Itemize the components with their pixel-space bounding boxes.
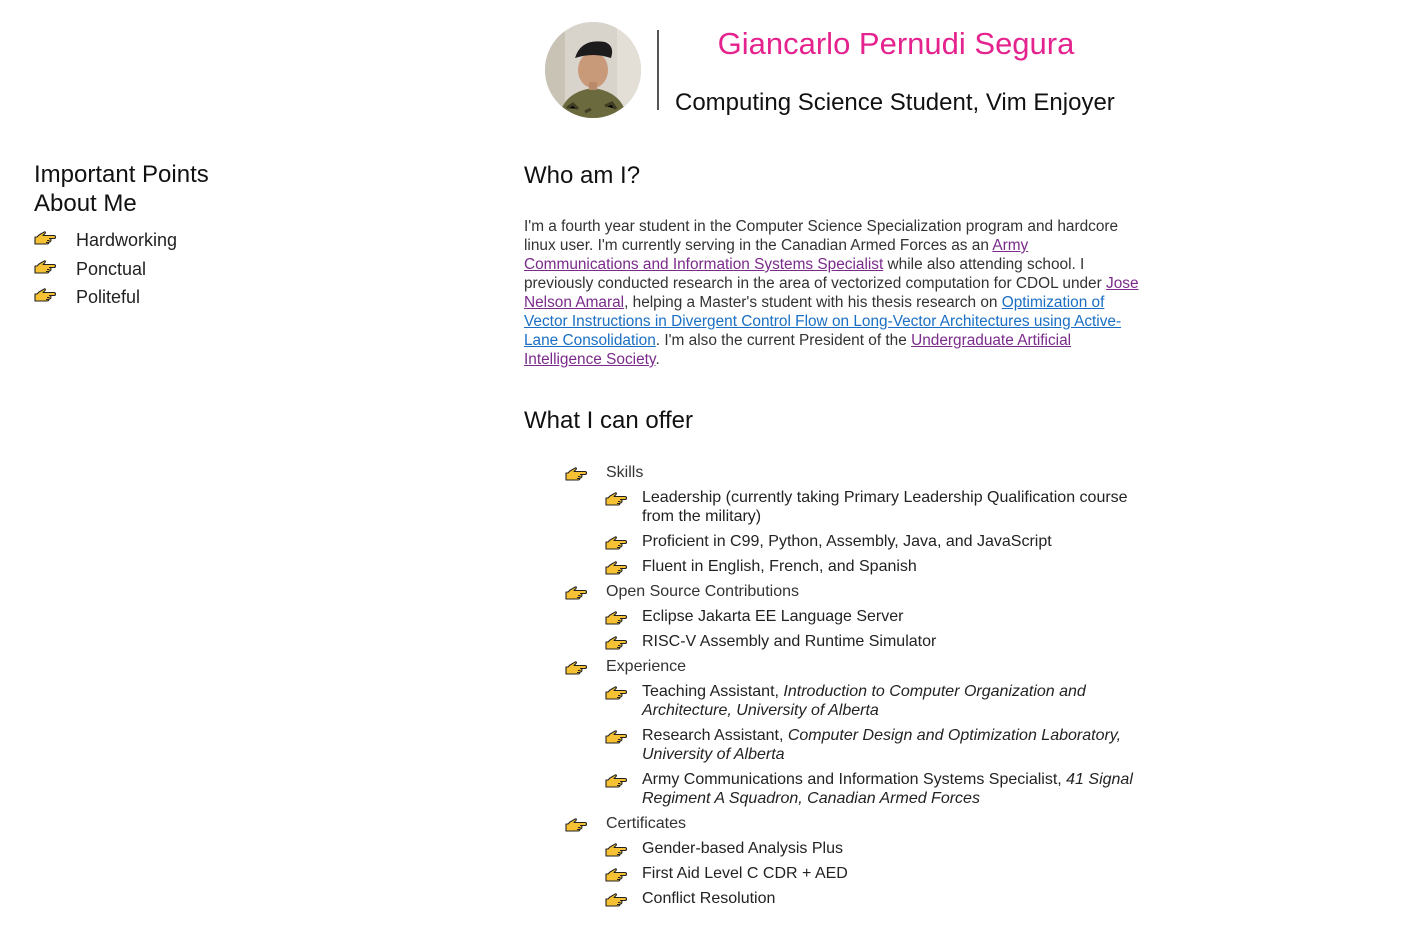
pointing-hand-icon: [605, 636, 627, 650]
sidebar-title: Important Points About Me: [34, 160, 294, 218]
pointing-hand-icon: [605, 730, 627, 744]
offer-open-source: Open Source Contributions Eclipse Jakart…: [565, 582, 1142, 651]
experience-list: Teaching Assistant, Introduction to Comp…: [605, 682, 1142, 808]
pointing-hand-icon: [565, 661, 587, 675]
avatar: [545, 22, 641, 118]
certificates-list: Gender-based Analysis Plus First Aid Lev…: [605, 839, 1142, 908]
list-item: Leadership (currently taking Primary Lea…: [605, 488, 1142, 526]
pointing-hand-icon: [565, 818, 587, 832]
list-item: Army Communications and Information Syst…: [605, 770, 1142, 808]
page-title: Giancarlo Pernudi Segura: [717, 26, 1075, 61]
pointing-hand-icon: [605, 686, 627, 700]
pointing-hand-icon: [34, 231, 56, 245]
open-source-list: Eclipse Jakarta EE Language Server RISC-…: [605, 607, 1142, 651]
important-points-list: Hardworking Ponctual Politeful: [34, 226, 294, 312]
pointing-hand-icon: [605, 774, 627, 788]
list-item: Conflict Resolution: [605, 889, 1142, 908]
pointing-hand-icon: [605, 611, 627, 625]
page-subtitle: Computing Science Student, Vim Enjoyer: [675, 89, 1115, 116]
offer-skills: Skills Leadership (currently taking Prim…: [565, 463, 1142, 576]
list-item: Teaching Assistant, Introduction to Comp…: [605, 682, 1142, 720]
pointing-hand-icon: [605, 492, 627, 506]
who-am-i-heading: Who am I?: [524, 162, 641, 189]
list-item: Fluent in English, French, and Spanish: [605, 557, 1142, 576]
list-item: First Aid Level C CDR + AED: [605, 864, 1142, 883]
skills-list: Leadership (currently taking Primary Lea…: [605, 488, 1142, 576]
pointing-hand-icon: [605, 868, 627, 882]
pointing-hand-icon: [605, 893, 627, 907]
list-item: Gender-based Analysis Plus: [605, 839, 1142, 858]
pointing-hand-icon: [605, 561, 627, 575]
list-item: Proficient in C99, Python, Assembly, Jav…: [605, 532, 1142, 551]
list-item: Eclipse Jakarta EE Language Server: [605, 607, 1142, 626]
header-divider: [657, 30, 659, 110]
profile-photo: [545, 22, 641, 118]
list-item: Politeful: [34, 283, 294, 312]
sidebar-title-line2: About Me: [34, 190, 137, 217]
pointing-hand-icon: [34, 288, 56, 302]
list-item: Hardworking: [34, 226, 294, 255]
who-am-i-paragraph: I'm a fourth year student in the Compute…: [524, 218, 1139, 368]
pointing-hand-icon: [605, 843, 627, 857]
list-item: RISC-V Assembly and Runtime Simulator: [605, 632, 1142, 651]
pointing-hand-icon: [565, 586, 587, 600]
sidebar: Important Points About Me Hardworking Po…: [34, 160, 294, 312]
pointing-hand-icon: [34, 260, 56, 274]
offer-experience: Experience Teaching Assistant, Introduct…: [565, 657, 1142, 808]
pointing-hand-icon: [605, 536, 627, 550]
list-item: Research Assistant, Computer Design and …: [605, 726, 1142, 764]
list-item: Ponctual: [34, 255, 294, 284]
sidebar-title-line1: Important Points: [34, 161, 209, 188]
what-i-can-offer-heading: What I can offer: [524, 407, 693, 434]
offer-list: Skills Leadership (currently taking Prim…: [565, 463, 1142, 914]
offer-certificates: Certificates Gender-based Analysis Plus …: [565, 814, 1142, 908]
pointing-hand-icon: [565, 467, 587, 481]
